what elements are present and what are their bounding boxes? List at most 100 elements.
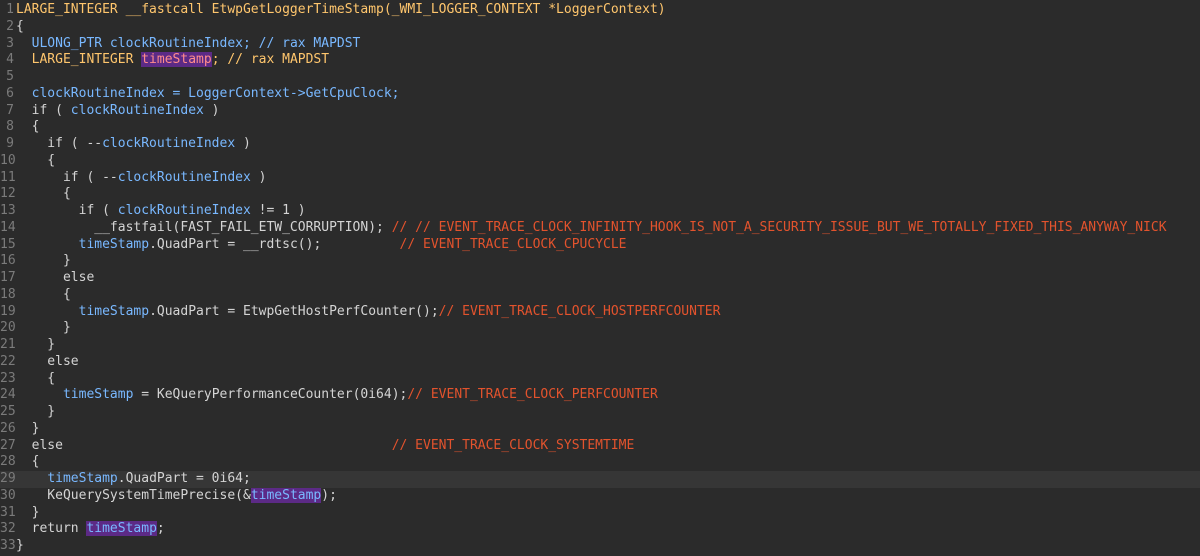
code-token: { <box>16 286 71 302</box>
code-line[interactable]: 22 else <box>0 354 1200 371</box>
line-code: if ( --clockRoutineIndex ) <box>16 169 267 185</box>
code-token: } <box>16 320 71 336</box>
code-line[interactable]: 29 timeStamp.QuadPart = 0i64; <box>0 471 1200 488</box>
line-number: 29 <box>0 471 16 486</box>
line-code: } <box>16 421 40 436</box>
code-line[interactable]: 10 { <box>0 153 1200 170</box>
line-code: __fastfail(FAST_FAIL_ETW_CORRUPTION); //… <box>16 219 1167 235</box>
code-token: LARGE_INTEGER __fastcall EtwpGetLoggerTi… <box>16 2 666 17</box>
code-line[interactable]: 33} <box>0 538 1200 555</box>
line-number: 1 <box>6 2 14 17</box>
line-code: { <box>16 19 24 34</box>
line-number: 13 <box>0 203 16 218</box>
line-number: 24 <box>0 387 16 403</box>
code-line[interactable]: 14 __fastfail(FAST_FAIL_ETW_CORRUPTION);… <box>0 220 1200 237</box>
code-token: LARGE_INTEGER <box>16 52 142 68</box>
code-line[interactable]: 28 { <box>0 454 1200 471</box>
code-line[interactable]: 24 timeStamp = KeQueryPerformanceCounter… <box>0 387 1200 404</box>
code-line[interactable]: 3 ULONG_PTR clockRoutineIndex; // rax MA… <box>0 36 1200 53</box>
line-code: else <box>16 354 78 369</box>
line-code: ULONG_PTR clockRoutineIndex; // rax MAPD… <box>16 35 361 51</box>
line-code: if ( clockRoutineIndex != 1 ) <box>16 203 306 218</box>
line-number: 8 <box>6 119 14 135</box>
line-number: 21 <box>0 337 16 352</box>
line-number: 20 <box>0 320 16 336</box>
code-line[interactable]: 4 LARGE_INTEGER timeStamp; // rax MAPDST <box>0 52 1200 69</box>
code-token: } <box>16 337 56 352</box>
code-token: timeStamp <box>62 387 134 403</box>
line-code: timeStamp.QuadPart = __rdtsc(); // EVENT… <box>16 237 627 252</box>
code-line[interactable]: 8 { <box>0 119 1200 136</box>
line-code: else // EVENT_TRACE_CLOCK_SYSTEMTIME <box>16 437 635 453</box>
line-number: 12 <box>0 186 16 202</box>
code-line[interactable]: 17 else <box>0 270 1200 287</box>
line-code: } <box>16 505 40 520</box>
code-line[interactable]: 5 <box>0 69 1200 86</box>
code-line[interactable]: 15 timeStamp.QuadPart = __rdtsc(); // EV… <box>0 237 1200 254</box>
code-token: { <box>16 119 40 135</box>
line-number: 9 <box>6 136 14 151</box>
code-line[interactable]: 6 clockRoutineIndex = LoggerContext->Get… <box>0 86 1200 103</box>
line-number: 5 <box>6 69 14 84</box>
line-number: 16 <box>0 253 16 269</box>
code-token: ) <box>235 136 251 151</box>
line-number: 31 <box>0 504 16 520</box>
code-token: KeQuerySystemTimePrecise(& <box>16 487 251 503</box>
code-token: { <box>16 370 56 386</box>
code-line[interactable]: 2{ <box>0 19 1200 36</box>
line-code: { <box>16 153 55 168</box>
code-token: if ( <box>16 203 118 218</box>
code-token: clockRoutineIndex <box>102 136 236 151</box>
code-line[interactable]: 1 LARGE_INTEGER __fastcall EtwpGetLoggerT… <box>0 2 1200 19</box>
line-number: 25 <box>0 404 16 419</box>
line-code: timeStamp.QuadPart = EtwpGetHostPerfCoun… <box>16 303 721 319</box>
code-line[interactable]: 32 return timeStamp; <box>0 521 1200 538</box>
line-number: 33 <box>0 538 16 553</box>
code-line[interactable]: 26 } <box>0 421 1200 438</box>
code-line[interactable]: 18 { <box>0 287 1200 304</box>
code-line[interactable]: 20 } <box>0 320 1200 337</box>
code-line[interactable]: 11 if ( --clockRoutineIndex ) <box>0 170 1200 187</box>
line-number: 6 <box>6 85 14 101</box>
code-token: .QuadPart = 0i64; <box>117 471 251 486</box>
code-token: else <box>16 270 95 285</box>
code-token: ULONG_PTR clockRoutineIndex; <box>16 35 259 51</box>
code-token: // rax MAPDST <box>258 35 361 51</box>
code-token: { <box>16 18 24 34</box>
line-code: } <box>16 253 71 268</box>
code-line[interactable]: 27 else // EVENT_TRACE_CLOCK_SYSTEMTIME <box>0 438 1200 455</box>
code-token: ) <box>250 169 267 185</box>
code-token: // EVENT_TRACE_CLOCK_SYSTEMTIME <box>391 437 635 453</box>
code-token: != 1 ) <box>250 203 306 218</box>
code-line[interactable]: 23 { <box>0 371 1200 388</box>
code-line[interactable]: 21 } <box>0 337 1200 354</box>
code-token: } <box>16 538 24 553</box>
line-code: { <box>16 186 71 201</box>
line-number: 17 <box>0 270 16 285</box>
code-line[interactable]: 9 if ( --clockRoutineIndex ) <box>0 136 1200 153</box>
code-token: { <box>16 186 71 202</box>
code-token: clockRoutineIndex <box>70 102 204 118</box>
code-line[interactable]: 30 KeQuerySystemTimePrecise(&timeStamp); <box>0 487 1200 505</box>
line-code: { <box>16 371 55 386</box>
line-number: 28 <box>0 454 16 470</box>
code-line[interactable]: 31 } <box>0 505 1200 522</box>
code-line[interactable]: 12 { <box>0 186 1200 203</box>
code-token: = KeQueryPerformanceCounter(0i64); <box>133 387 408 403</box>
code-token: timeStamp <box>78 303 150 319</box>
code-line[interactable]: 16 } <box>0 253 1200 270</box>
line-code: { <box>16 119 40 135</box>
code-line[interactable]: 7 if ( clockRoutineIndex ) <box>0 103 1200 120</box>
line-number: 10 <box>0 152 16 168</box>
code-line[interactable]: 19 timeStamp.QuadPart = EtwpGetHostPerfC… <box>0 304 1200 321</box>
code-line[interactable]: 13 if ( clockRoutineIndex != 1 ) <box>0 203 1200 220</box>
code-token: __fastfail(FAST_FAIL_ETW_CORRUPTION); <box>16 219 392 235</box>
code-token: // // EVENT_TRACE_CLOCK_INFINITY_HOOK_IS… <box>391 219 1167 235</box>
code-token: ; <box>156 521 165 537</box>
code-editor[interactable]: 1 LARGE_INTEGER __fastcall EtwpGetLoggerT… <box>0 0 1200 556</box>
code-line[interactable]: 25 } <box>0 404 1200 421</box>
